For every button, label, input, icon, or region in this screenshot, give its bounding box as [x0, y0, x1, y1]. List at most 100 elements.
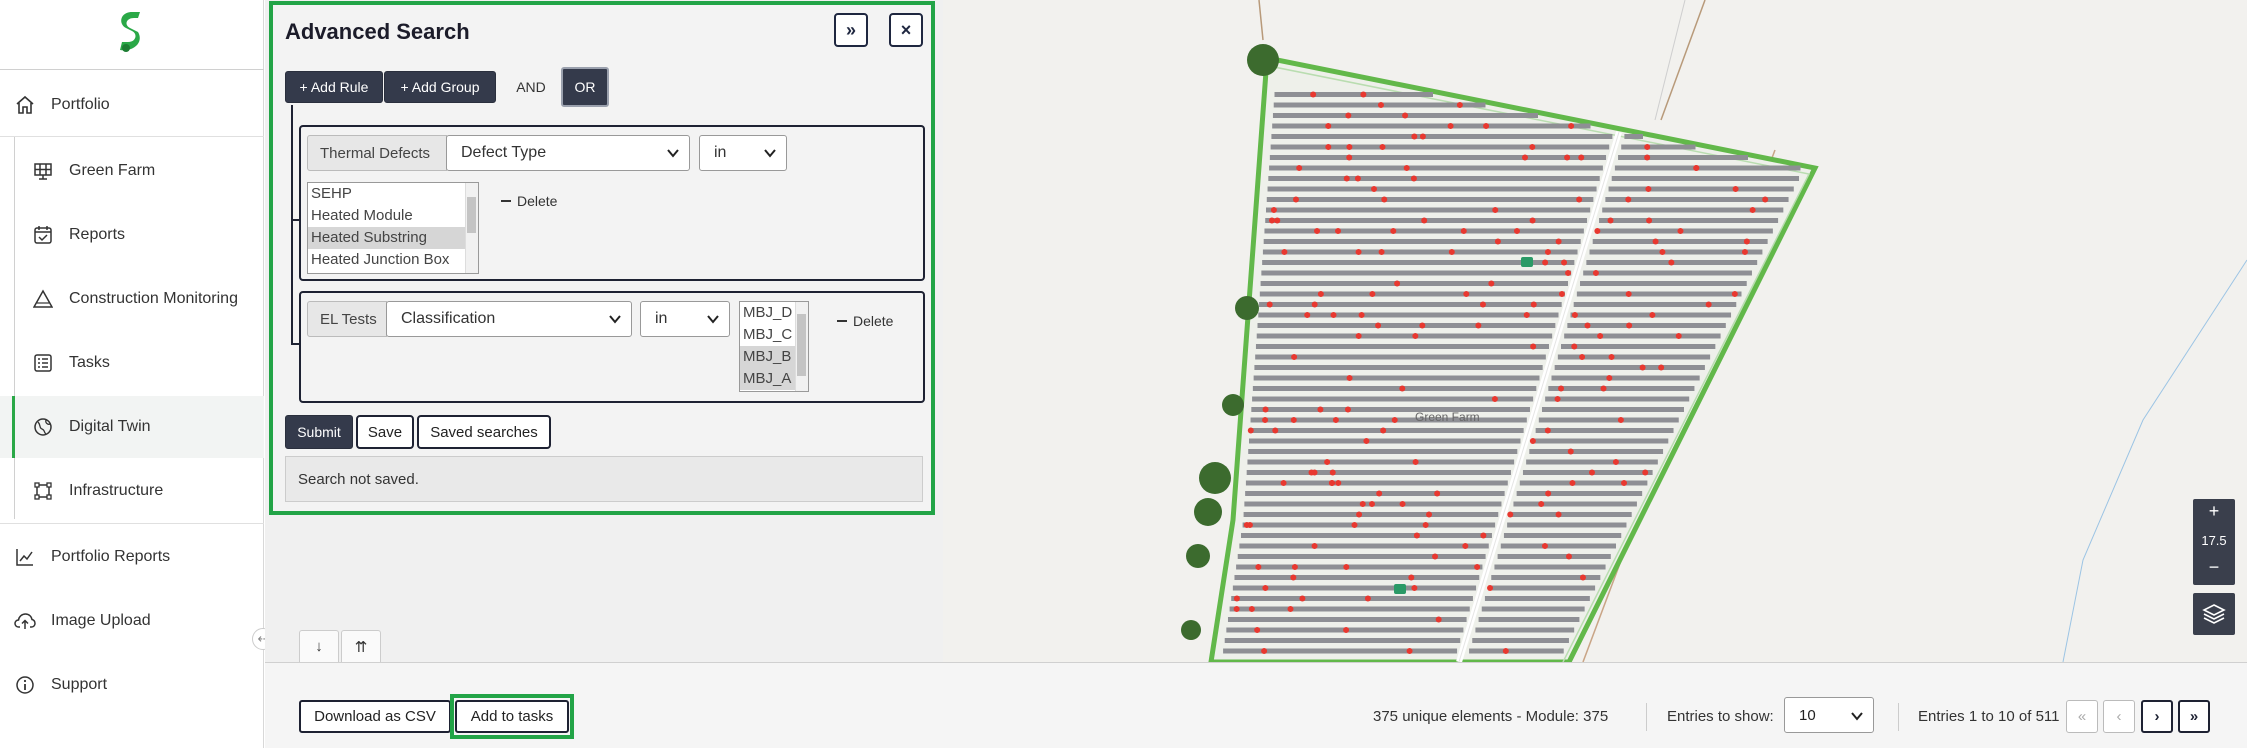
defect-marker[interactable]	[1741, 249, 1748, 255]
defect-marker[interactable]	[1554, 396, 1561, 402]
defect-marker[interactable]	[1569, 480, 1576, 486]
listbox-scrollbar[interactable]	[795, 302, 808, 391]
layers-button[interactable]	[2193, 593, 2235, 635]
defect-marker[interactable]	[1419, 322, 1426, 329]
defect-marker[interactable]	[1291, 354, 1298, 360]
defect-marker[interactable]	[1304, 312, 1311, 318]
defect-marker[interactable]	[1408, 574, 1415, 581]
defect-marker[interactable]	[1335, 228, 1342, 234]
defect-marker[interactable]	[1311, 543, 1318, 549]
defect-marker[interactable]	[1617, 417, 1624, 423]
defect-marker[interactable]	[1659, 249, 1666, 255]
defect-marker[interactable]	[1538, 501, 1545, 507]
submit-button[interactable]: Submit	[285, 415, 353, 449]
defect-marker[interactable]	[1335, 480, 1342, 486]
defect-marker[interactable]	[1494, 238, 1501, 245]
defect-marker[interactable]	[1642, 469, 1649, 476]
defect-marker[interactable]	[1606, 375, 1613, 381]
defect-marker[interactable]	[1233, 595, 1240, 602]
defect-marker[interactable]	[1378, 249, 1385, 255]
defect-marker[interactable]	[1345, 112, 1352, 119]
defect-marker[interactable]	[1356, 511, 1363, 518]
nav-reports[interactable]: Reports	[0, 204, 264, 266]
defect-marker[interactable]	[1579, 354, 1586, 360]
defect-marker[interactable]	[1488, 280, 1495, 287]
and-toggle[interactable]: AND	[509, 71, 553, 103]
defect-marker[interactable]	[1343, 627, 1350, 633]
or-toggle[interactable]: OR	[561, 67, 609, 107]
defect-marker[interactable]	[1325, 144, 1332, 150]
defect-marker[interactable]	[1555, 511, 1562, 518]
nav-construction-monitoring[interactable]: Construction Monitoring	[0, 268, 264, 330]
defect-marker[interactable]	[1652, 238, 1659, 245]
defect-marker[interactable]	[1530, 301, 1537, 308]
defect-marker[interactable]	[1639, 364, 1646, 371]
defect-marker[interactable]	[1731, 291, 1738, 297]
defect-marker[interactable]	[1280, 480, 1287, 486]
rule-values-listbox[interactable]: SEHP Heated Module Heated Substring Heat…	[307, 182, 479, 274]
defect-marker[interactable]	[1261, 648, 1268, 654]
defect-marker[interactable]	[1625, 196, 1632, 203]
defect-marker[interactable]	[1317, 291, 1324, 297]
add-group-button[interactable]: + Add Group	[384, 71, 496, 103]
defect-marker[interactable]	[1412, 333, 1419, 339]
listbox-option[interactable]: Heated Module	[308, 205, 478, 227]
defect-marker[interactable]	[1329, 469, 1336, 476]
close-panel-button[interactable]: ×	[889, 13, 923, 47]
defect-marker[interactable]	[1529, 144, 1536, 150]
defect-marker[interactable]	[1421, 217, 1428, 224]
save-button[interactable]: Save	[356, 415, 414, 449]
defect-marker[interactable]	[1668, 259, 1675, 266]
defect-marker[interactable]	[1749, 207, 1756, 213]
defect-marker[interactable]	[1646, 217, 1653, 224]
listbox-option[interactable]: SEHP	[308, 183, 478, 205]
defect-marker[interactable]	[1625, 291, 1632, 297]
defect-marker[interactable]	[1475, 322, 1482, 329]
defect-marker[interactable]	[1571, 312, 1578, 318]
defect-marker[interactable]	[1645, 186, 1652, 192]
defect-marker[interactable]	[1545, 490, 1552, 497]
defect-marker[interactable]	[1426, 511, 1433, 518]
defect-marker[interactable]	[1626, 322, 1633, 329]
defect-marker[interactable]	[1360, 91, 1367, 98]
expand-panel-button[interactable]: »	[834, 13, 868, 47]
entries-per-page-select[interactable]: 10	[1784, 697, 1874, 733]
defect-marker[interactable]	[1317, 406, 1324, 413]
defect-marker[interactable]	[1272, 427, 1279, 434]
nav-portfolio[interactable]: Portfolio	[0, 74, 264, 136]
defect-marker[interactable]	[1460, 228, 1467, 234]
defect-marker[interactable]	[1432, 553, 1439, 560]
defect-marker[interactable]	[1578, 154, 1585, 161]
defect-marker[interactable]	[1394, 280, 1401, 287]
defect-marker[interactable]	[1462, 543, 1469, 549]
nav-image-upload[interactable]: Image Upload	[0, 590, 264, 652]
defect-marker[interactable]	[1558, 385, 1565, 392]
defect-marker[interactable]	[1521, 154, 1528, 161]
defect-marker[interactable]	[1311, 301, 1318, 308]
defect-marker[interactable]	[1355, 249, 1362, 255]
add-to-tasks-button[interactable]: Add to tasks	[455, 700, 569, 733]
defect-marker[interactable]	[1262, 417, 1269, 423]
defect-marker[interactable]	[1376, 490, 1383, 497]
defect-marker[interactable]	[1281, 249, 1288, 255]
defect-marker[interactable]	[1542, 259, 1549, 266]
defect-marker[interactable]	[1649, 312, 1656, 318]
defect-marker[interactable]	[1561, 259, 1568, 266]
defect-marker[interactable]	[1621, 480, 1628, 486]
defect-marker[interactable]	[1371, 186, 1378, 192]
defect-marker[interactable]	[1255, 564, 1262, 570]
defect-marker[interactable]	[1608, 354, 1615, 360]
defect-marker[interactable]	[1254, 627, 1261, 633]
rule-values-listbox[interactable]: MBJ_D MBJ_C MBJ_B MBJ_A	[739, 301, 809, 392]
defect-marker[interactable]	[1435, 616, 1442, 623]
defect-marker[interactable]	[1391, 417, 1398, 423]
defect-marker[interactable]	[1644, 144, 1651, 150]
defect-marker[interactable]	[1491, 396, 1498, 402]
listbox-scrollbar[interactable]	[465, 183, 478, 273]
delete-rule-button[interactable]: Delete	[837, 313, 893, 329]
saved-searches-button[interactable]: Saved searches	[417, 415, 551, 449]
defect-marker[interactable]	[1247, 427, 1254, 434]
defect-marker[interactable]	[1411, 133, 1418, 140]
defect-marker[interactable]	[1330, 312, 1337, 318]
defect-marker[interactable]	[1355, 333, 1362, 339]
